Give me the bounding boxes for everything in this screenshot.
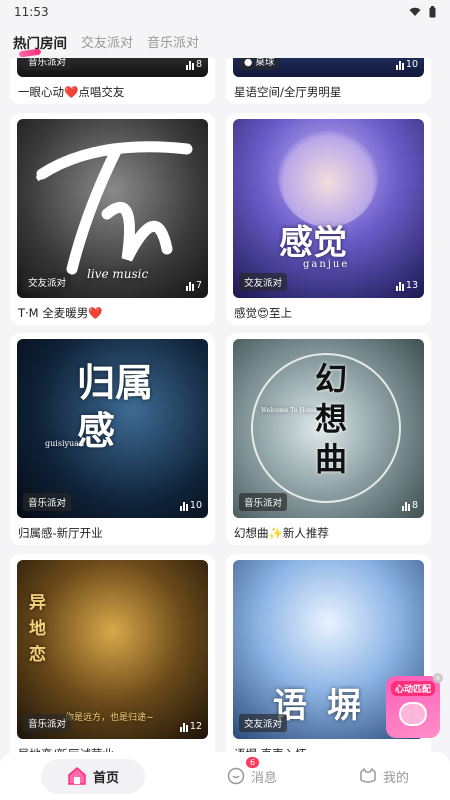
avatar-illustration	[278, 127, 378, 227]
audio-bars-icon	[185, 282, 194, 291]
cover-caption: guisiyuan	[45, 439, 85, 448]
cover-caption: live music	[87, 267, 149, 281]
count-value: 13	[405, 280, 418, 291]
nav-label: 我的	[382, 770, 409, 786]
room-tag: 音乐派对	[23, 493, 72, 511]
nav-label: 消息	[250, 770, 277, 786]
cat-face-icon	[360, 767, 376, 783]
cover-caption: ganjue	[303, 259, 350, 270]
heart-match-widget[interactable]: 心动匹配 ×	[386, 673, 443, 738]
room-member-count: 7	[185, 280, 202, 291]
room-member-count: 12	[179, 721, 202, 732]
cover-title: 语塀	[273, 686, 381, 726]
nav-messages[interactable]: 消息 6	[227, 756, 277, 786]
room-cover: 归属感 guisiyuan 音乐派对 10	[17, 339, 208, 518]
audio-bars-icon	[185, 61, 194, 70]
cover-title: 幻想曲	[315, 360, 348, 478]
audio-bars-icon	[395, 282, 404, 291]
chat-bubble-icon	[227, 767, 245, 785]
room-card[interactable]: 音乐派对 8 一眼心动❤️点唱交友	[10, 58, 215, 104]
room-tag: ● 桌球	[239, 58, 280, 70]
room-tag: 音乐派对	[239, 493, 288, 511]
cover-caption: 你是远方，也是归途~	[65, 713, 154, 723]
tab-social-party[interactable]: 交友派对	[81, 26, 133, 51]
room-grid: 音乐派对 8 一眼心动❤️点唱交友 ● 桌球 10 星语空间/全厅男明星 liv…	[0, 58, 450, 758]
room-cover: 感觉 ganjue 交友派对 13	[233, 119, 424, 298]
audio-bars-icon	[179, 723, 188, 732]
room-member-count: 13	[395, 280, 418, 291]
unread-badge: 6	[245, 756, 260, 768]
battery-icon	[429, 6, 436, 18]
status-icons	[409, 6, 436, 18]
room-tag: 交友派对	[239, 714, 288, 732]
room-card[interactable]: 异地恋 你是远方，也是归途~ 音乐派对 12 异地恋/新厅试营业	[10, 554, 215, 758]
nav-label: 首页	[92, 770, 119, 786]
count-value: 10	[405, 59, 418, 70]
tag-label: 桌球	[255, 58, 275, 68]
tab-hot-rooms[interactable]: 热门房间	[13, 26, 67, 58]
wifi-icon	[409, 7, 421, 16]
cover-title: 感觉	[279, 223, 347, 263]
count-value: 12	[189, 721, 202, 732]
room-card[interactable]: 感觉 ganjue 交友派对 13 感觉😍至上	[226, 113, 431, 325]
bottom-nav: 首页 消息 6 我的	[0, 752, 450, 800]
category-tabs: 热门房间 交友派对 音乐派对	[0, 26, 450, 58]
room-card[interactable]: ● 桌球 10 星语空间/全厅男明星	[226, 58, 431, 104]
room-card[interactable]: live music 交友派对 7 T·M 全麦暖男❤️	[10, 113, 215, 325]
nav-profile[interactable]: 我的	[359, 767, 409, 786]
status-time: 11:53	[14, 5, 49, 19]
count-value: 8	[195, 59, 202, 70]
room-tag: 音乐派对	[23, 714, 72, 732]
room-card[interactable]: 幻想曲 Welcome To Home 音乐派对 8 幻想曲✨新人推荐	[226, 333, 431, 545]
room-title: 幻想曲✨新人推荐	[234, 526, 329, 540]
room-title: 归属感-新厅开业	[18, 526, 103, 540]
billiards-icon: ●	[244, 58, 253, 68]
room-title: 星语空间/全厅男明星	[234, 85, 342, 99]
cover-caption: Welcome To Home	[261, 407, 318, 414]
audio-bars-icon	[401, 502, 410, 511]
room-title: T·M 全麦暖男❤️	[18, 306, 103, 320]
cover-title: 异地恋	[29, 593, 46, 665]
room-cover: live music 交友派对 7	[17, 119, 208, 298]
widget-label: 心动匹配	[390, 681, 435, 696]
audio-bars-icon	[179, 502, 188, 511]
count-value: 10	[189, 500, 202, 511]
audio-bars-icon	[395, 61, 404, 70]
room-cover: 异地恋 你是远方，也是归途~ 音乐派对 12	[17, 560, 208, 739]
room-cover: 音乐派对 8	[17, 58, 208, 77]
room-member-count: 8	[401, 500, 418, 511]
cover-title: 归属感	[77, 360, 154, 453]
room-tag: 交友派对	[239, 273, 288, 291]
room-cover: ● 桌球 10	[233, 58, 424, 77]
room-tag: 交友派对	[23, 273, 72, 291]
room-title: 感觉😍至上	[234, 306, 292, 320]
status-bar: 11:53	[0, 0, 450, 24]
cat-mascot-icon	[399, 702, 427, 726]
room-member-count: 10	[395, 59, 418, 70]
room-tag: 音乐派对	[23, 58, 72, 70]
room-member-count: 10	[179, 500, 202, 511]
room-member-count: 8	[185, 59, 202, 70]
room-title: 一眼心动❤️点唱交友	[18, 85, 125, 99]
close-icon[interactable]: ×	[433, 673, 443, 683]
count-value: 7	[195, 280, 202, 291]
room-cover: 幻想曲 Welcome To Home 音乐派对 8	[233, 339, 424, 518]
nav-home[interactable]: 首页	[40, 758, 145, 794]
tab-label: 音乐派对	[147, 36, 200, 51]
room-card[interactable]: 归属感 guisiyuan 音乐派对 10 归属感-新厅开业	[10, 333, 215, 545]
tab-music-party[interactable]: 音乐派对	[147, 26, 199, 51]
tab-label: 交友派对	[81, 36, 134, 51]
count-value: 8	[411, 500, 418, 511]
home-icon	[68, 767, 86, 785]
